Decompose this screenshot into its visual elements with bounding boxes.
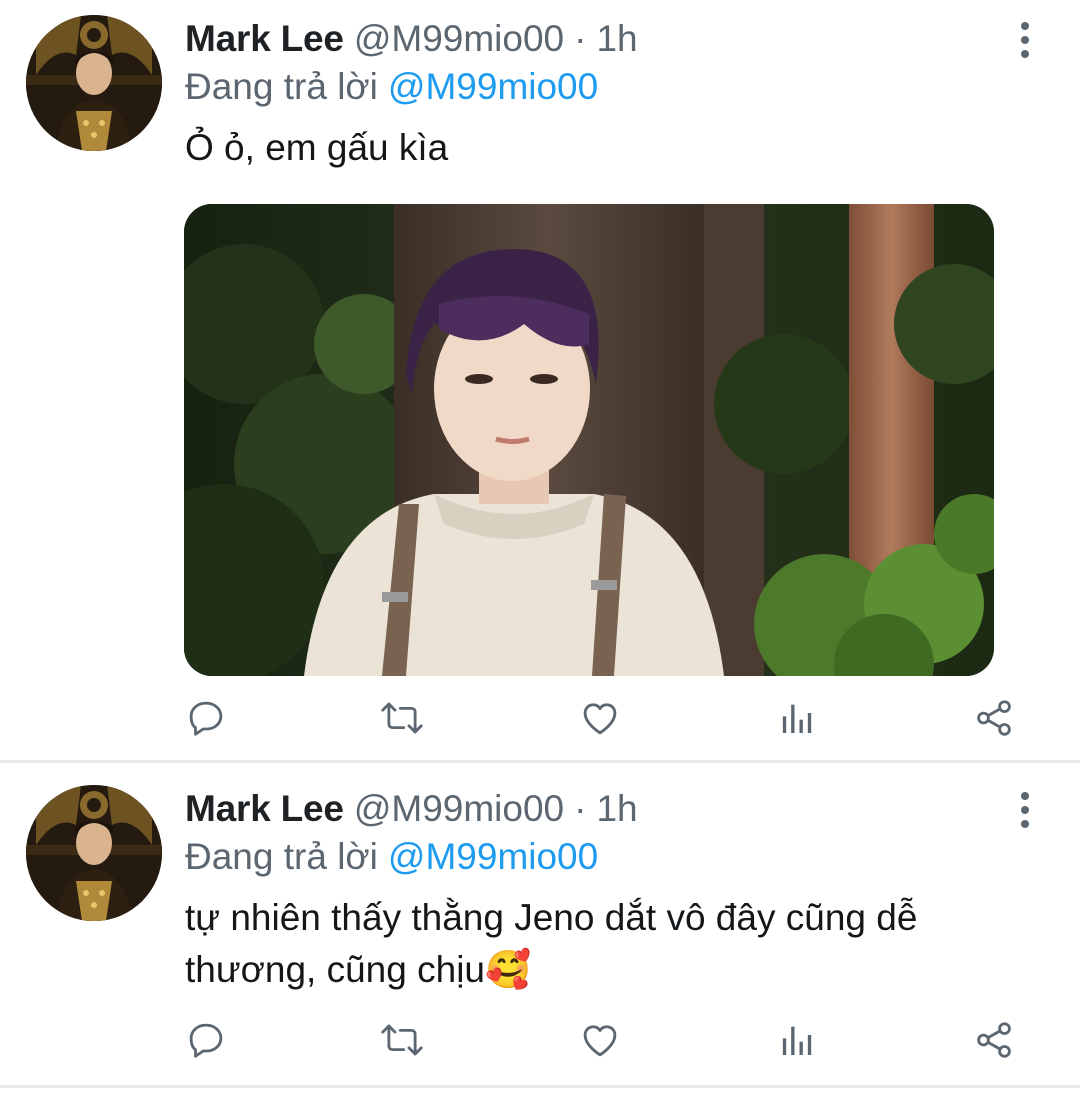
tweet-header: Mark Lee @M99mio00 · 1h [185,14,638,64]
reply-icon[interactable] [176,1010,236,1070]
separator-dot: · [574,788,587,829]
timestamp[interactable]: 1h [596,14,637,64]
replying-to-handle[interactable]: @M99mio00 [388,66,598,107]
photo-of-person-in-forest-icon [184,204,994,676]
more-options-icon[interactable] [1010,22,1040,58]
like-icon[interactable] [570,688,630,748]
replying-label: Đang trả lời [185,836,378,877]
tweet-divider [0,760,1080,763]
share-icon[interactable] [964,688,1024,748]
author-name[interactable]: Mark Lee [185,14,344,64]
replying-label: Đang trả lời [185,66,378,107]
share-icon[interactable] [964,1010,1024,1070]
tweet-actions [0,688,1080,748]
tweet-divider [0,1085,1080,1088]
avatar[interactable] [26,15,162,151]
timestamp[interactable]: 1h [596,784,637,834]
author-name[interactable]: Mark Lee [185,784,344,834]
tweet-media[interactable] [184,204,994,676]
retweet-icon[interactable] [372,1010,432,1070]
tweet-header: Mark Lee @M99mio00 · 1h [185,784,638,834]
replying-to: Đang trả lời @M99mio00 [185,62,598,112]
tweet-text: Ỏ ỏ, em gấu kìa [185,127,449,168]
tweet-actions [0,1010,1080,1070]
retweet-icon[interactable] [372,688,432,748]
separator-dot: · [574,18,587,59]
like-icon[interactable] [570,1010,630,1070]
tweet-1[interactable]: Mark Lee @M99mio00 · 1h Đang trả lời @M99… [0,0,1080,760]
author-handle[interactable]: @M99mio00 [354,14,564,64]
replying-to-handle[interactable]: @M99mio00 [388,836,598,877]
tweet-2[interactable]: Mark Lee @M99mio00 · 1h Đang trả lời @M99… [0,770,1080,1085]
reply-icon[interactable] [176,688,236,748]
analytics-icon[interactable] [767,688,827,748]
author-handle[interactable]: @M99mio00 [354,784,564,834]
analytics-icon[interactable] [767,1010,827,1070]
replying-to: Đang trả lời @M99mio00 [185,832,598,882]
more-options-icon[interactable] [1010,792,1040,828]
tweet-text: tự nhiên thấy thằng Jeno dắt vô đây cũng… [185,897,918,990]
avatar[interactable] [26,785,162,921]
